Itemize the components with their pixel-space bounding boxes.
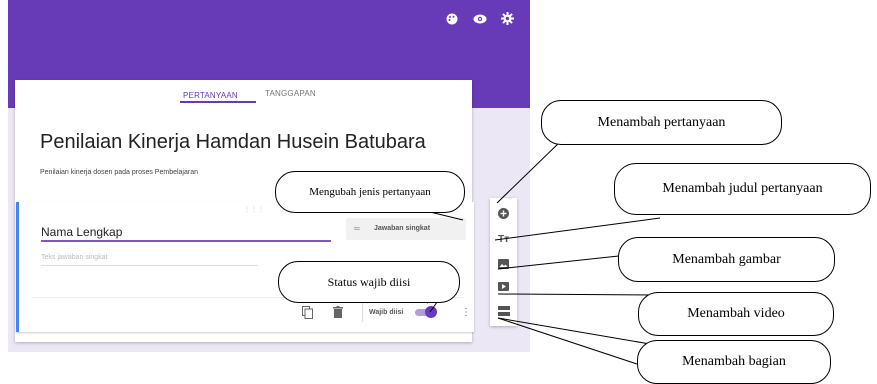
callout-add-image: Menambah gambar: [618, 237, 835, 282]
callout-add-video: Menambah video: [638, 292, 834, 336]
callout-add-section: Menambah bagian: [637, 340, 831, 384]
callout-change-type: Mengubah jenis pertanyaan: [275, 171, 465, 213]
callout-required-status: Status wajib diisi: [278, 261, 460, 303]
callout-add-title: Menambah judul pertanyaan: [614, 163, 871, 215]
callout-add-question: Menambah pertanyaan: [541, 100, 782, 145]
